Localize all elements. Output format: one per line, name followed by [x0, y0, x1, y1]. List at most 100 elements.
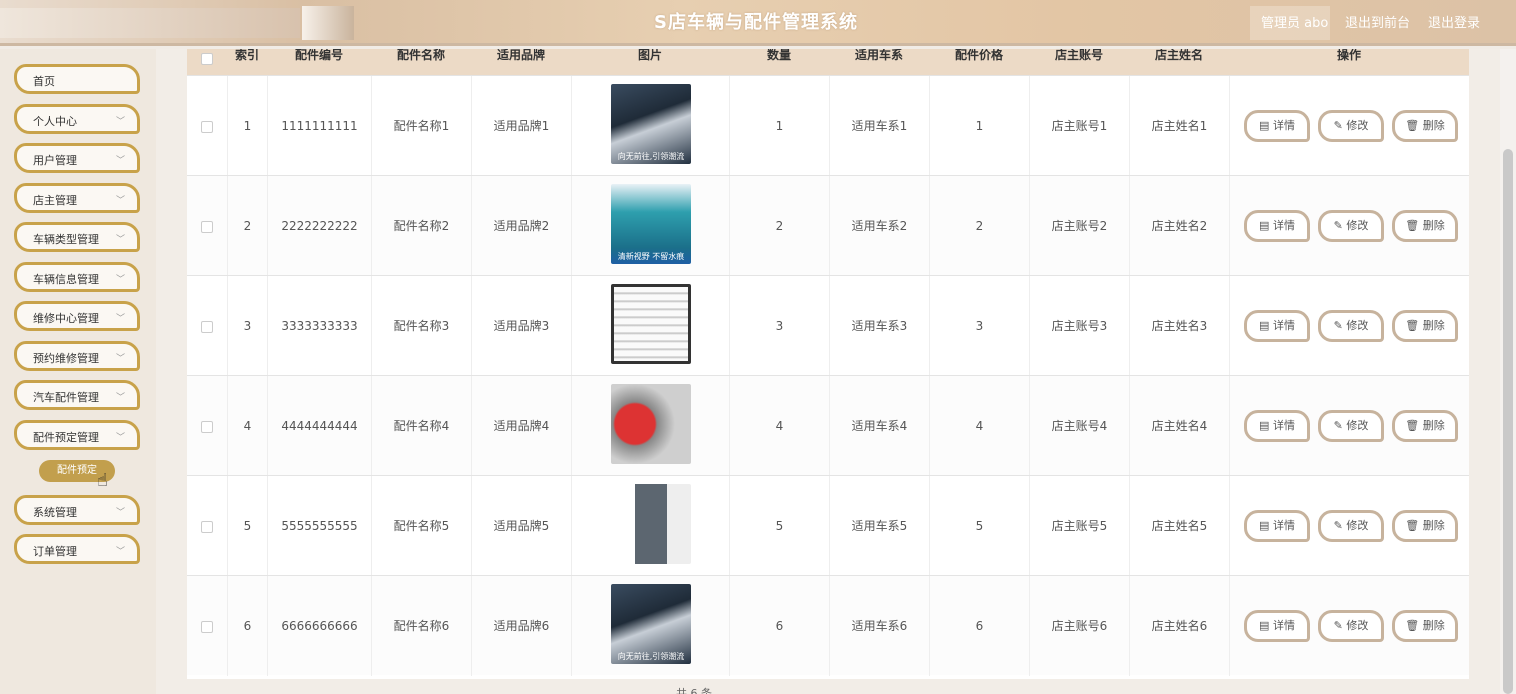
chevron-down-icon: ﹀: [115, 547, 125, 557]
row-checkbox[interactable]: [201, 121, 213, 133]
sidebar-item-vehicle-types[interactable]: 车辆类型管理 ﹀: [14, 222, 140, 252]
delete-button[interactable]: 🗑 删除: [1392, 510, 1458, 542]
sidebar-item-profile[interactable]: 个人中心 ﹀: [14, 104, 140, 134]
cell-price: 4: [929, 376, 1029, 476]
sidebar-item-vehicle-info[interactable]: 车辆信息管理 ﹀: [14, 262, 140, 292]
col-header-account[interactable]: 店主账号: [1029, 49, 1129, 75]
cell-index: 2: [227, 176, 267, 276]
sidebar-item-label: 维修中心管理: [33, 312, 99, 325]
cell-owner: 店主姓名6: [1129, 576, 1229, 676]
cell-qty: 6: [729, 576, 829, 676]
sidebar-item-label: 汽车配件管理: [33, 391, 99, 404]
col-header-series[interactable]: 适用车系: [829, 49, 929, 75]
delete-label: 删除: [1422, 619, 1445, 632]
cell-brand: 适用品牌2: [471, 176, 571, 276]
col-header-brand[interactable]: 适用品牌: [471, 49, 571, 75]
detail-button[interactable]: ▤ 详情: [1244, 310, 1310, 342]
edit-button[interactable]: ✎ 修改: [1318, 310, 1384, 342]
row-checkbox[interactable]: [201, 321, 213, 333]
edit-button[interactable]: ✎ 修改: [1318, 510, 1384, 542]
part-image[interactable]: 向无前往,引领潮流: [611, 84, 691, 164]
sidebar-item-repair-booking[interactable]: 预约维修管理 ﹀: [14, 341, 140, 371]
cell-code: 2222222222: [267, 176, 371, 276]
col-header-name[interactable]: 配件名称: [371, 49, 471, 75]
cell-brand: 适用品牌3: [471, 276, 571, 376]
delete-button[interactable]: 🗑 删除: [1392, 110, 1458, 142]
sidebar-item-parts-booking[interactable]: 配件预定管理 ﹀: [14, 420, 140, 450]
edit-button[interactable]: ✎ 修改: [1318, 210, 1384, 242]
select-all-checkbox[interactable]: [201, 53, 213, 65]
row-checkbox[interactable]: [201, 421, 213, 433]
part-image[interactable]: [611, 384, 691, 464]
delete-button[interactable]: 🗑 删除: [1392, 210, 1458, 242]
sidebar-item-users[interactable]: 用户管理 ﹀: [14, 143, 140, 173]
cell-actions: ▤ 详情 ✎ 修改 🗑 删除: [1229, 376, 1469, 476]
sidebar-item-orders[interactable]: 订单管理 ﹀: [14, 534, 140, 564]
table-row: 5 5555555555 配件名称5 适用品牌5 5 适用车系5 5 店主账号5…: [187, 475, 1469, 576]
cell-image: [571, 476, 729, 576]
cell-code: 4444444444: [267, 376, 371, 476]
table-row: 6 6666666666 配件名称6 适用品牌6 向无前往,引领潮流 6 适用车…: [187, 575, 1469, 676]
row-checkbox[interactable]: [201, 621, 213, 633]
logout-link[interactable]: 退出登录: [1428, 12, 1480, 31]
delete-button[interactable]: 🗑 删除: [1392, 610, 1458, 642]
sidebar-item-label: 预约维修管理: [33, 352, 99, 365]
col-header-code[interactable]: 配件编号: [267, 49, 371, 75]
cell-owner: 店主姓名4: [1129, 376, 1229, 476]
col-header-image: 图片: [637, 49, 662, 62]
cell-qty: 4: [729, 376, 829, 476]
sidebar-item-system[interactable]: 系统管理 ﹀: [14, 495, 140, 525]
cell-owner: 店主姓名1: [1129, 76, 1229, 176]
detail-label: 详情: [1272, 419, 1295, 432]
cell-index: 1: [227, 76, 267, 176]
part-image[interactable]: 向无前往,引领潮流: [611, 584, 691, 664]
col-header-qty[interactable]: 数量: [729, 49, 829, 75]
cell-name: 配件名称4: [371, 376, 471, 476]
sidebar-item-repair-center[interactable]: 维修中心管理 ﹀: [14, 301, 140, 331]
cell-qty: 1: [729, 76, 829, 176]
edit-button[interactable]: ✎ 修改: [1318, 410, 1384, 442]
admin-user-label: 管理员 abo: [1261, 16, 1329, 31]
sidebar-item-shop-owners[interactable]: 店主管理 ﹀: [14, 183, 140, 213]
detail-label: 详情: [1272, 319, 1295, 332]
col-header-index[interactable]: 索引: [227, 49, 267, 75]
pencil-icon: ✎: [1333, 219, 1343, 232]
cell-price: 2: [929, 176, 1029, 276]
part-image[interactable]: [611, 484, 691, 564]
part-image[interactable]: [611, 284, 691, 364]
cell-code: 6666666666: [267, 576, 371, 676]
edit-label: 修改: [1346, 419, 1369, 432]
edit-button[interactable]: ✎ 修改: [1318, 610, 1384, 642]
delete-button[interactable]: 🗑 删除: [1392, 310, 1458, 342]
edit-button[interactable]: ✎ 修改: [1318, 110, 1384, 142]
detail-button[interactable]: ▤ 详情: [1244, 210, 1310, 242]
detail-button[interactable]: ▤ 详情: [1244, 110, 1310, 142]
sidebar-item-car-parts[interactable]: 汽车配件管理 ﹀: [14, 380, 140, 410]
row-checkbox[interactable]: [201, 221, 213, 233]
table-header: 索引 配件编号 配件名称 适用品牌 图片 数量 适用车系 配件价格 店主账号 店…: [187, 49, 1469, 75]
go-frontend-link[interactable]: 退出到前台: [1345, 12, 1410, 31]
delete-button[interactable]: 🗑 删除: [1392, 410, 1458, 442]
col-header-price[interactable]: 配件价格: [929, 49, 1029, 75]
sidebar-item-label: 店主管理: [33, 194, 77, 207]
image-caption: 清新视野 不留水痕: [617, 252, 685, 261]
chevron-down-icon: ﹀: [115, 196, 125, 206]
scrollbar-thumb[interactable]: [1503, 149, 1513, 694]
detail-button[interactable]: ▤ 详情: [1244, 410, 1310, 442]
row-checkbox[interactable]: [201, 521, 213, 533]
image-caption: 向无前往,引领潮流: [617, 652, 685, 661]
sidebar-item-label: 用户管理: [33, 154, 77, 167]
sidebar-item-label: 订单管理: [33, 545, 77, 558]
detail-button[interactable]: ▤ 详情: [1244, 610, 1310, 642]
col-header-owner[interactable]: 店主姓名: [1129, 49, 1229, 75]
page-scrollbar[interactable]: [1500, 49, 1516, 694]
chevron-down-icon: ﹀: [115, 354, 125, 364]
cell-actions: ▤ 详情 ✎ 修改 🗑 删除: [1229, 176, 1469, 276]
chevron-down-icon: ﹀: [115, 275, 125, 285]
cell-code: 5555555555: [267, 476, 371, 576]
sidebar-item-home[interactable]: 首页: [14, 64, 140, 94]
cell-index: 3: [227, 276, 267, 376]
cell-image: [571, 276, 729, 376]
part-image[interactable]: 清新视野 不留水痕: [611, 184, 691, 264]
detail-button[interactable]: ▤ 详情: [1244, 510, 1310, 542]
